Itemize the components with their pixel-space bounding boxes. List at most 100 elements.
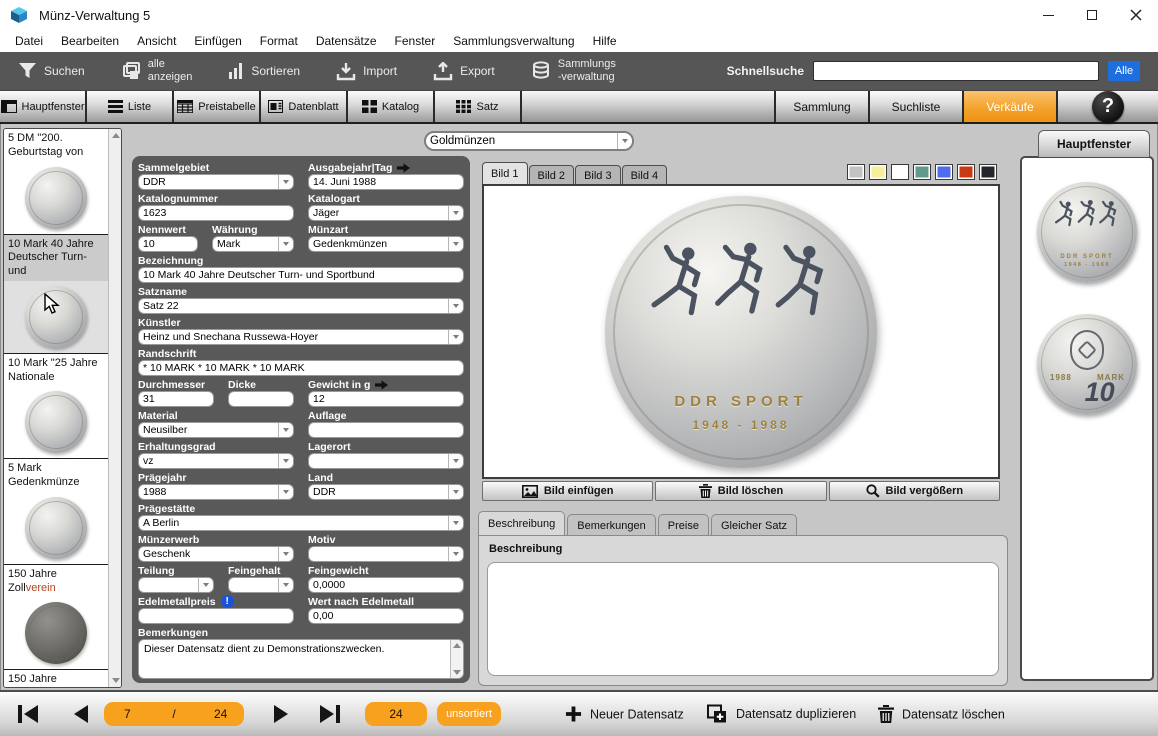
list-item[interactable]: 5 DM "200. Geburtstag von	[4, 129, 108, 235]
tab-hauptfenster[interactable]: Hauptfenster	[0, 91, 87, 122]
auflage-input[interactable]	[308, 422, 464, 438]
waehrung-select[interactable]: Mark	[212, 236, 294, 252]
menu-datensaetze[interactable]: Datensätze	[307, 32, 386, 50]
close-button[interactable]	[1114, 0, 1158, 30]
tab-hauptfenster-preview[interactable]: Hauptfenster	[1038, 130, 1150, 157]
duplicate-record-button[interactable]: Datensatz duplizieren	[706, 704, 856, 724]
swatch-black[interactable]	[979, 164, 997, 180]
wert-nach-edelmetall-input[interactable]: 0,00	[308, 608, 464, 624]
quick-search: Schnellsuche Alle	[727, 52, 1140, 90]
tab-beschreibung[interactable]: Beschreibung	[478, 511, 565, 536]
category-select[interactable]: Goldmünzen	[424, 131, 634, 151]
sammelgebiet-select[interactable]: DDR	[138, 174, 294, 190]
list-item[interactable]: 150 Jahre Zollverein	[4, 670, 108, 687]
sidebar-scrollbar[interactable]	[108, 129, 121, 687]
last-record-button[interactable]	[318, 704, 342, 724]
feingehalt-select[interactable]	[228, 577, 294, 593]
satzname-select[interactable]: Satz 22	[138, 298, 464, 314]
minimize-button[interactable]	[1026, 0, 1070, 30]
delete-image-button[interactable]: Bild löschen	[655, 481, 826, 501]
muenzerwerb-select[interactable]: Geschenk	[138, 546, 294, 562]
gewicht-input[interactable]: 12	[308, 391, 464, 407]
swatch-yellow[interactable]	[869, 164, 887, 180]
swatch-blue[interactable]	[935, 164, 953, 180]
tab-bild-4[interactable]: Bild 4	[622, 165, 668, 185]
bezeichnung-input[interactable]: 10 Mark 40 Jahre Deutscher Turn- und Spo…	[138, 267, 464, 283]
tab-bild-1[interactable]: Bild 1	[482, 162, 528, 185]
first-record-button[interactable]	[16, 704, 40, 724]
help-button[interactable]: ?	[1092, 91, 1124, 123]
menu-bearbeiten[interactable]: Bearbeiten	[52, 32, 128, 50]
insert-image-button[interactable]: Bild einfügen	[482, 481, 653, 501]
menu-hilfe[interactable]: Hilfe	[584, 32, 626, 50]
tab-bild-2[interactable]: Bild 2	[529, 165, 575, 185]
menu-sammlungsverwaltung[interactable]: Sammlungsverwaltung	[444, 32, 583, 50]
ausgabejahr-input[interactable]: 14. Juni 1988	[308, 174, 464, 190]
edelmetallpreis-input[interactable]	[138, 608, 294, 624]
list-item[interactable]: 10 Mark "25 Jahre Nationale	[4, 354, 108, 460]
feingewicht-input[interactable]: 0,0000	[308, 577, 464, 593]
katalogart-select[interactable]: Jäger	[308, 205, 464, 221]
praegejahr-select[interactable]: 1988	[138, 484, 294, 500]
export-icon	[433, 62, 453, 81]
menu-datei[interactable]: Datei	[6, 32, 52, 50]
tab-preistabelle[interactable]: Preistabelle	[174, 91, 261, 122]
coin-thumbnail	[25, 602, 87, 664]
swatch-white[interactable]	[891, 164, 909, 180]
dicke-input[interactable]	[228, 391, 294, 407]
previous-record-button[interactable]	[72, 704, 90, 724]
maximize-button[interactable]	[1070, 0, 1114, 30]
praegestaette-select[interactable]: A Berlin	[138, 515, 464, 531]
menu-ansicht[interactable]: Ansicht	[128, 32, 185, 50]
randschrift-input[interactable]: * 10 MARK * 10 MARK * 10 MARK	[138, 360, 464, 376]
tab-bild-3[interactable]: Bild 3	[575, 165, 621, 185]
tab-verkaeufe[interactable]: Verkäufe	[964, 91, 1058, 122]
muenzart-select[interactable]: Gedenkmünzen	[308, 236, 464, 252]
katalognummer-input[interactable]: 1623	[138, 205, 294, 221]
tab-bemerkungen[interactable]: Bemerkungen	[567, 514, 656, 536]
tab-liste[interactable]: Liste	[87, 91, 174, 122]
swatch-gray[interactable]	[847, 164, 865, 180]
durchmesser-input[interactable]: 31	[138, 391, 214, 407]
swatch-red[interactable]	[957, 164, 975, 180]
field-randschrift: Randschrift * 10 MARK * 10 MARK * 10 MAR…	[138, 347, 464, 376]
new-record-button[interactable]: Neuer Datensatz	[565, 706, 684, 723]
trash-icon	[699, 484, 712, 498]
import-button[interactable]: Import	[336, 62, 397, 81]
sort-button[interactable]: Sortieren	[228, 62, 300, 80]
runners-motif	[1055, 199, 1119, 228]
list-item[interactable]: 5 Mark Gedenkmünze	[4, 459, 108, 565]
delete-record-button[interactable]: Datensatz löschen	[878, 705, 1005, 724]
tab-suchliste[interactable]: Suchliste	[870, 91, 964, 122]
nennwert-input[interactable]: 10	[138, 236, 198, 252]
tab-preise[interactable]: Preise	[658, 514, 709, 536]
menu-einfuegen[interactable]: Einfügen	[185, 32, 250, 50]
bemerkungen-textarea[interactable]: Dieser Datensatz dient zu Demonstrations…	[138, 639, 464, 679]
description-textarea[interactable]	[487, 562, 999, 676]
list-item[interactable]: 150 Jahre Zollverein	[4, 565, 108, 671]
enlarge-image-button[interactable]: Bild vergößern	[829, 481, 1000, 501]
quick-search-input[interactable]	[813, 61, 1099, 81]
tab-gleicher-satz[interactable]: Gleicher Satz	[711, 514, 797, 536]
export-button[interactable]: Export	[433, 62, 495, 81]
tab-katalog[interactable]: Katalog	[348, 91, 435, 122]
swatch-teal[interactable]	[913, 164, 931, 180]
search-button[interactable]: Suchen	[18, 62, 85, 80]
menu-format[interactable]: Format	[251, 32, 307, 50]
motiv-select[interactable]	[308, 546, 464, 562]
lagerort-select[interactable]	[308, 453, 464, 469]
land-select[interactable]: DDR	[308, 484, 464, 500]
show-all-button[interactable]: alleanzeigen	[121, 58, 193, 83]
menu-fenster[interactable]: Fenster	[386, 32, 445, 50]
tab-datenblatt[interactable]: Datenblatt	[261, 91, 348, 122]
tab-satz[interactable]: Satz	[435, 91, 522, 122]
textarea-scrollbar[interactable]	[450, 640, 463, 678]
tab-sammlung[interactable]: Sammlung	[776, 91, 870, 122]
teilung-select[interactable]	[138, 577, 214, 593]
next-record-button[interactable]	[272, 704, 290, 724]
search-all-button[interactable]: Alle	[1108, 61, 1140, 81]
kuenstler-select[interactable]: Heinz und Snechana Russewa-Hoyer	[138, 329, 464, 345]
erhaltungsgrad-select[interactable]: vz	[138, 453, 294, 469]
collection-management-button[interactable]: Sammlungs-verwaltung	[531, 58, 616, 83]
material-select[interactable]: Neusilber	[138, 422, 294, 438]
